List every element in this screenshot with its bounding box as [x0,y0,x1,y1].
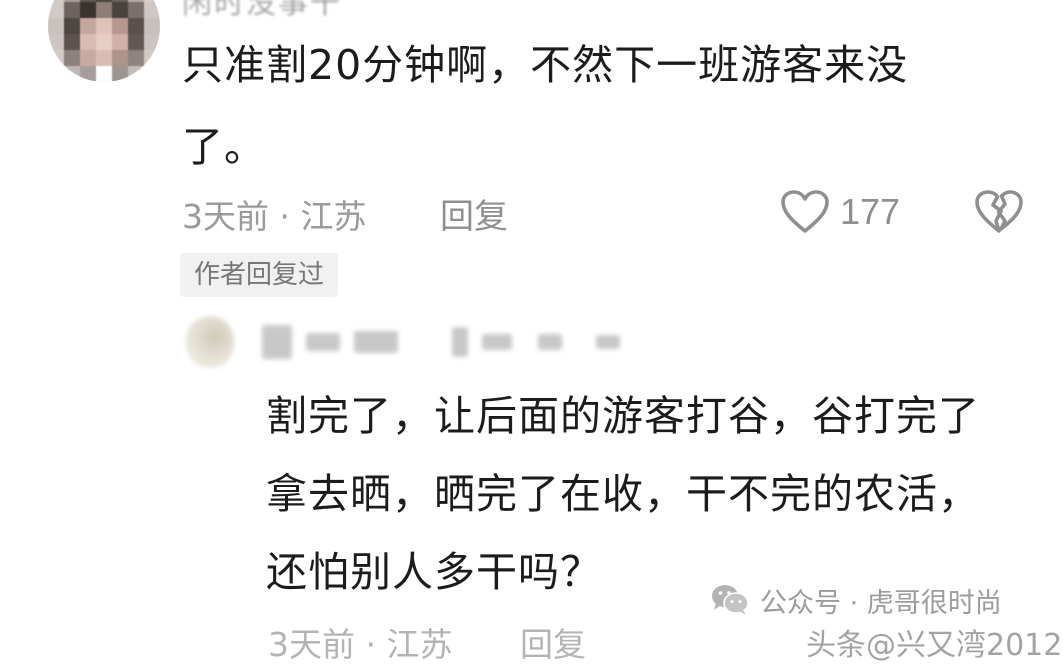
official-account-watermark: 公众号 · 虎哥很时尚 [710,580,1002,620]
like-count: 177 [840,191,901,232]
comment-time-location: 3天前 · 江苏 [182,197,367,236]
author-replied-tag: 作者回复过 [180,253,339,297]
commenter-avatar[interactable] [48,0,160,82]
avatar-mosaic [48,0,160,82]
watermark-text: 公众号 · 虎哥很时尚 [760,587,1002,619]
reply-button[interactable]: 回复 [440,189,508,238]
commenter-username[interactable]: 闲时没事干 [182,0,342,22]
wechat-icon [712,585,749,615]
heart-outline-icon [781,190,829,233]
reply-text-line-1: 割完了，让后面的游客打谷，谷打完了 [266,392,980,440]
reply-username-blurred[interactable] [262,318,620,366]
comment-text-line-2: 了。 [182,123,266,171]
dislike-button[interactable] [974,188,1024,240]
reply-text-line-2: 拿去晒，晒完了在收，干不完的农活， [266,470,980,518]
like-button[interactable]: 177 [780,186,900,238]
comment-text-line-1: 只准割20分钟啊，不然下一班游客来没 [182,41,909,89]
reply-reply-button[interactable]: 回复 [520,618,586,666]
reply-avatar[interactable] [186,316,234,368]
bottom-watermark: 头条@兴又湾2012 [806,628,1063,663]
reply-time-location: 3天前 · 江苏 [268,625,453,664]
broken-heart-icon [975,190,1023,233]
reply-text-line-3: 还怕别人多干吗？ [266,548,602,596]
